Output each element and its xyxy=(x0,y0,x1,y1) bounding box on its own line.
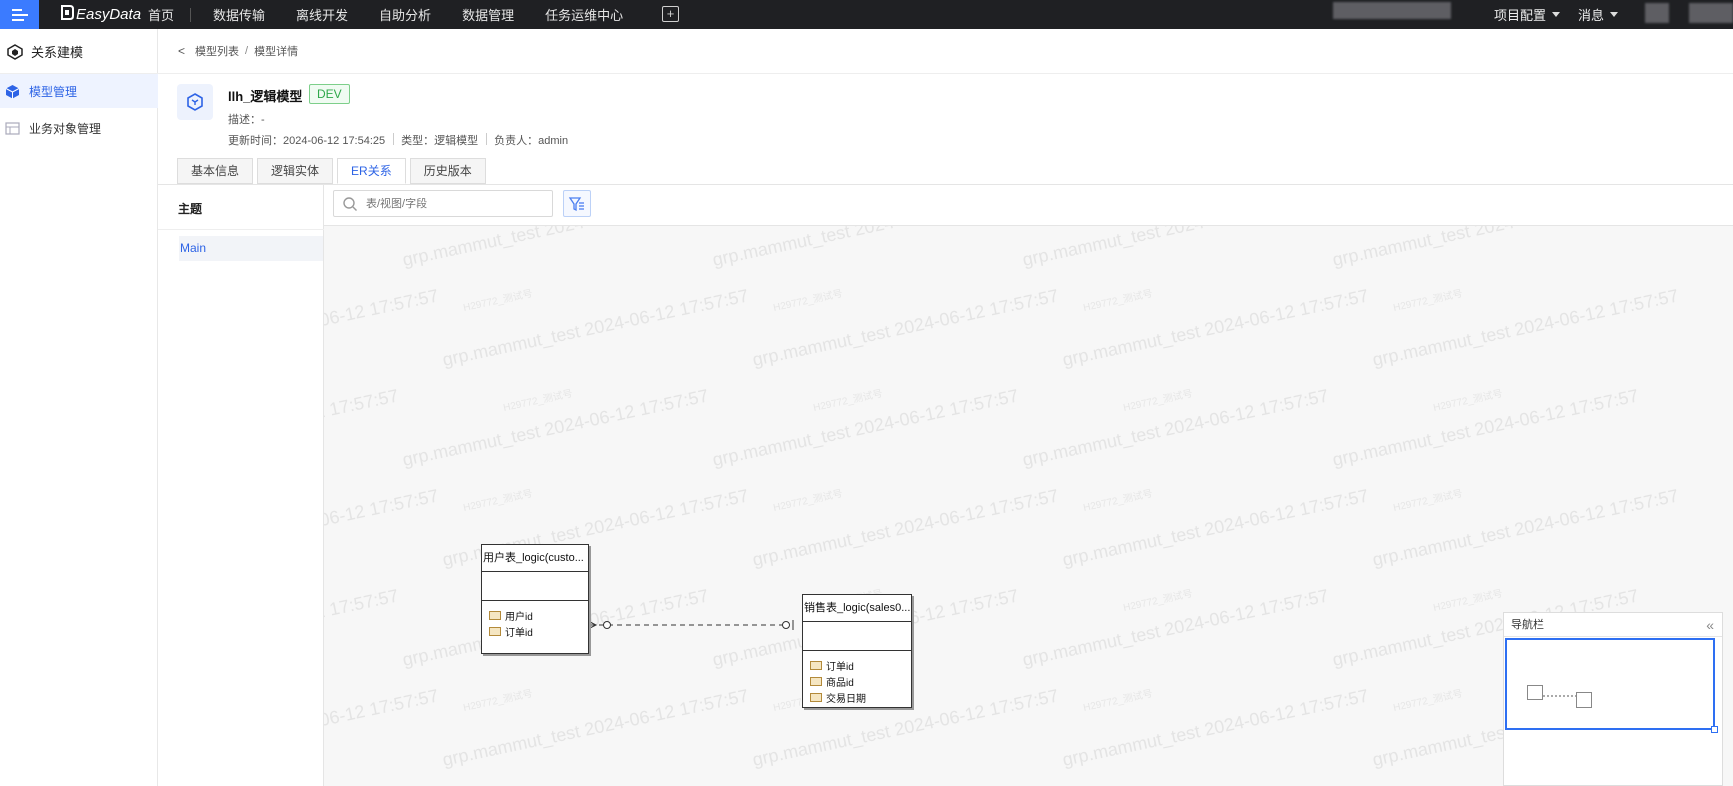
theme-title: 主题 xyxy=(178,202,203,216)
env-badge: DEV xyxy=(309,84,350,104)
mini-relation xyxy=(1543,695,1576,697)
model-name: llh_逻辑模型 xyxy=(228,89,303,104)
sidebar-title: 关系建模 xyxy=(7,42,83,61)
filter-button[interactable] xyxy=(563,190,591,217)
navigator-header: 导航栏 « xyxy=(1504,613,1722,637)
nav-divider xyxy=(190,7,192,22)
cube-icon xyxy=(5,84,20,98)
blurred-username[interactable] xyxy=(1689,3,1733,23)
sidebar-item-business-object[interactable]: 业务对象管理 xyxy=(0,111,158,145)
entity-fields: 用户id 订单id xyxy=(482,601,588,639)
entity-customer[interactable]: 用户表_logic(custo... 用户id 订单id xyxy=(481,544,589,654)
nav-data-transfer[interactable]: 数据传输 xyxy=(213,5,265,24)
sidebar-item-label: 业务对象管理 xyxy=(29,121,102,136)
entity-field[interactable]: 交易日期 xyxy=(810,689,911,705)
navigator-panel: 导航栏 « xyxy=(1503,612,1723,786)
breadcrumb-separator: / xyxy=(245,45,249,57)
navigator-viewport[interactable] xyxy=(1505,638,1715,730)
divider xyxy=(486,133,488,145)
entity-sales[interactable]: 销售表_logic(sales0... 订单id 商品id 交易日期 xyxy=(802,594,912,708)
sidebar-item-model-management[interactable]: 模型管理 xyxy=(0,74,158,108)
filter-icon xyxy=(568,196,584,211)
search-box[interactable] xyxy=(333,190,553,217)
entity-title: 销售表_logic(sales0... xyxy=(803,595,911,622)
nav-data-management[interactable]: 数据管理 xyxy=(462,5,514,24)
field-icon xyxy=(810,660,822,670)
entity-field[interactable]: 用户id xyxy=(489,607,588,623)
tab-er-relation[interactable]: ER关系 xyxy=(337,158,406,184)
entity-field[interactable]: 商品id xyxy=(810,673,911,689)
sidebar: 关系建模 模型管理 业务对象管理 xyxy=(0,29,158,786)
field-icon xyxy=(489,626,501,636)
messages-menu[interactable]: 消息 xyxy=(1578,0,1619,29)
divider xyxy=(393,133,395,145)
logo-text: EasyData xyxy=(76,6,142,23)
theme-item-main[interactable]: Main xyxy=(179,236,323,261)
blurred-project-name xyxy=(1333,2,1451,19)
avatar[interactable] xyxy=(1645,3,1669,23)
field-icon xyxy=(810,676,822,686)
top-nav: 首页 数据传输 离线开发 自助分析 数据管理 任务运维中心 xyxy=(148,0,623,29)
top-bar: EasyData 首页 数据传输 离线开发 自助分析 数据管理 任务运维中心 +… xyxy=(0,0,1733,29)
nav-home[interactable]: 首页 xyxy=(148,5,174,24)
search-icon xyxy=(343,196,357,211)
navigator-title: 导航栏 xyxy=(1511,619,1544,631)
chevron-down-icon xyxy=(1552,12,1561,17)
chevron-down-icon xyxy=(1610,12,1619,17)
sidebar-item-label: 模型管理 xyxy=(29,84,78,99)
entity-body xyxy=(803,622,911,651)
messages-label: 消息 xyxy=(1578,8,1605,23)
table-icon xyxy=(5,121,20,135)
entity-fields: 订单id 商品id 交易日期 xyxy=(803,651,911,705)
project-config-menu[interactable]: 项目配置 xyxy=(1494,0,1561,29)
er-toolbar xyxy=(324,185,1733,226)
logo-icon xyxy=(60,4,74,26)
back-chevron-icon[interactable]: < xyxy=(178,44,185,58)
tab-bar: 基本信息 逻辑实体 ER关系 历史版本 xyxy=(177,158,490,184)
navigator-resize-handle[interactable] xyxy=(1711,726,1718,733)
model-type: 类型：逻辑模型 xyxy=(401,135,479,147)
logo[interactable]: EasyData xyxy=(60,4,141,25)
entity-field[interactable]: 订单id xyxy=(489,623,588,639)
breadcrumb: < 模型列表 / 模型详情 xyxy=(178,43,298,59)
model-description: 描述：- xyxy=(228,114,265,126)
mini-entity xyxy=(1527,685,1543,700)
tab-basic-info[interactable]: 基本信息 xyxy=(177,158,254,184)
breadcrumb-current: 模型详情 xyxy=(254,46,299,58)
project-config-label: 项目配置 xyxy=(1494,8,1547,23)
breadcrumb-model-list[interactable]: 模型列表 xyxy=(195,43,239,59)
entity-body xyxy=(482,572,588,601)
nav-self-analysis[interactable]: 自助分析 xyxy=(379,5,431,24)
model-updated-time: 更新时间：2024-06-12 17:54:25 xyxy=(228,135,386,147)
add-tab-icon[interactable]: + xyxy=(662,6,679,22)
nav-offline-dev[interactable]: 离线开发 xyxy=(296,5,348,24)
model-icon xyxy=(177,84,213,120)
divider xyxy=(158,229,324,230)
field-icon xyxy=(810,692,822,702)
tab-history[interactable]: 历史版本 xyxy=(409,158,486,184)
model-meta: 更新时间：2024-06-12 17:54:25 类型：逻辑模型 负责人：adm… xyxy=(228,132,568,148)
nav-ops-center[interactable]: 任务运维中心 xyxy=(545,5,623,24)
menu-icon[interactable] xyxy=(0,0,39,29)
mini-entity xyxy=(1576,692,1592,708)
theme-panel: 主题 xyxy=(158,185,324,786)
model-owner: 负责人：admin xyxy=(494,135,569,147)
entity-field[interactable]: 订单id xyxy=(810,657,911,673)
collapse-icon[interactable]: « xyxy=(1706,613,1714,636)
relation-model-icon xyxy=(7,43,23,60)
divider xyxy=(158,73,1733,74)
search-input[interactable] xyxy=(366,197,536,210)
entity-title: 用户表_logic(custo... xyxy=(482,545,588,572)
tab-logic-entity[interactable]: 逻辑实体 xyxy=(257,158,334,184)
field-icon xyxy=(489,610,501,620)
